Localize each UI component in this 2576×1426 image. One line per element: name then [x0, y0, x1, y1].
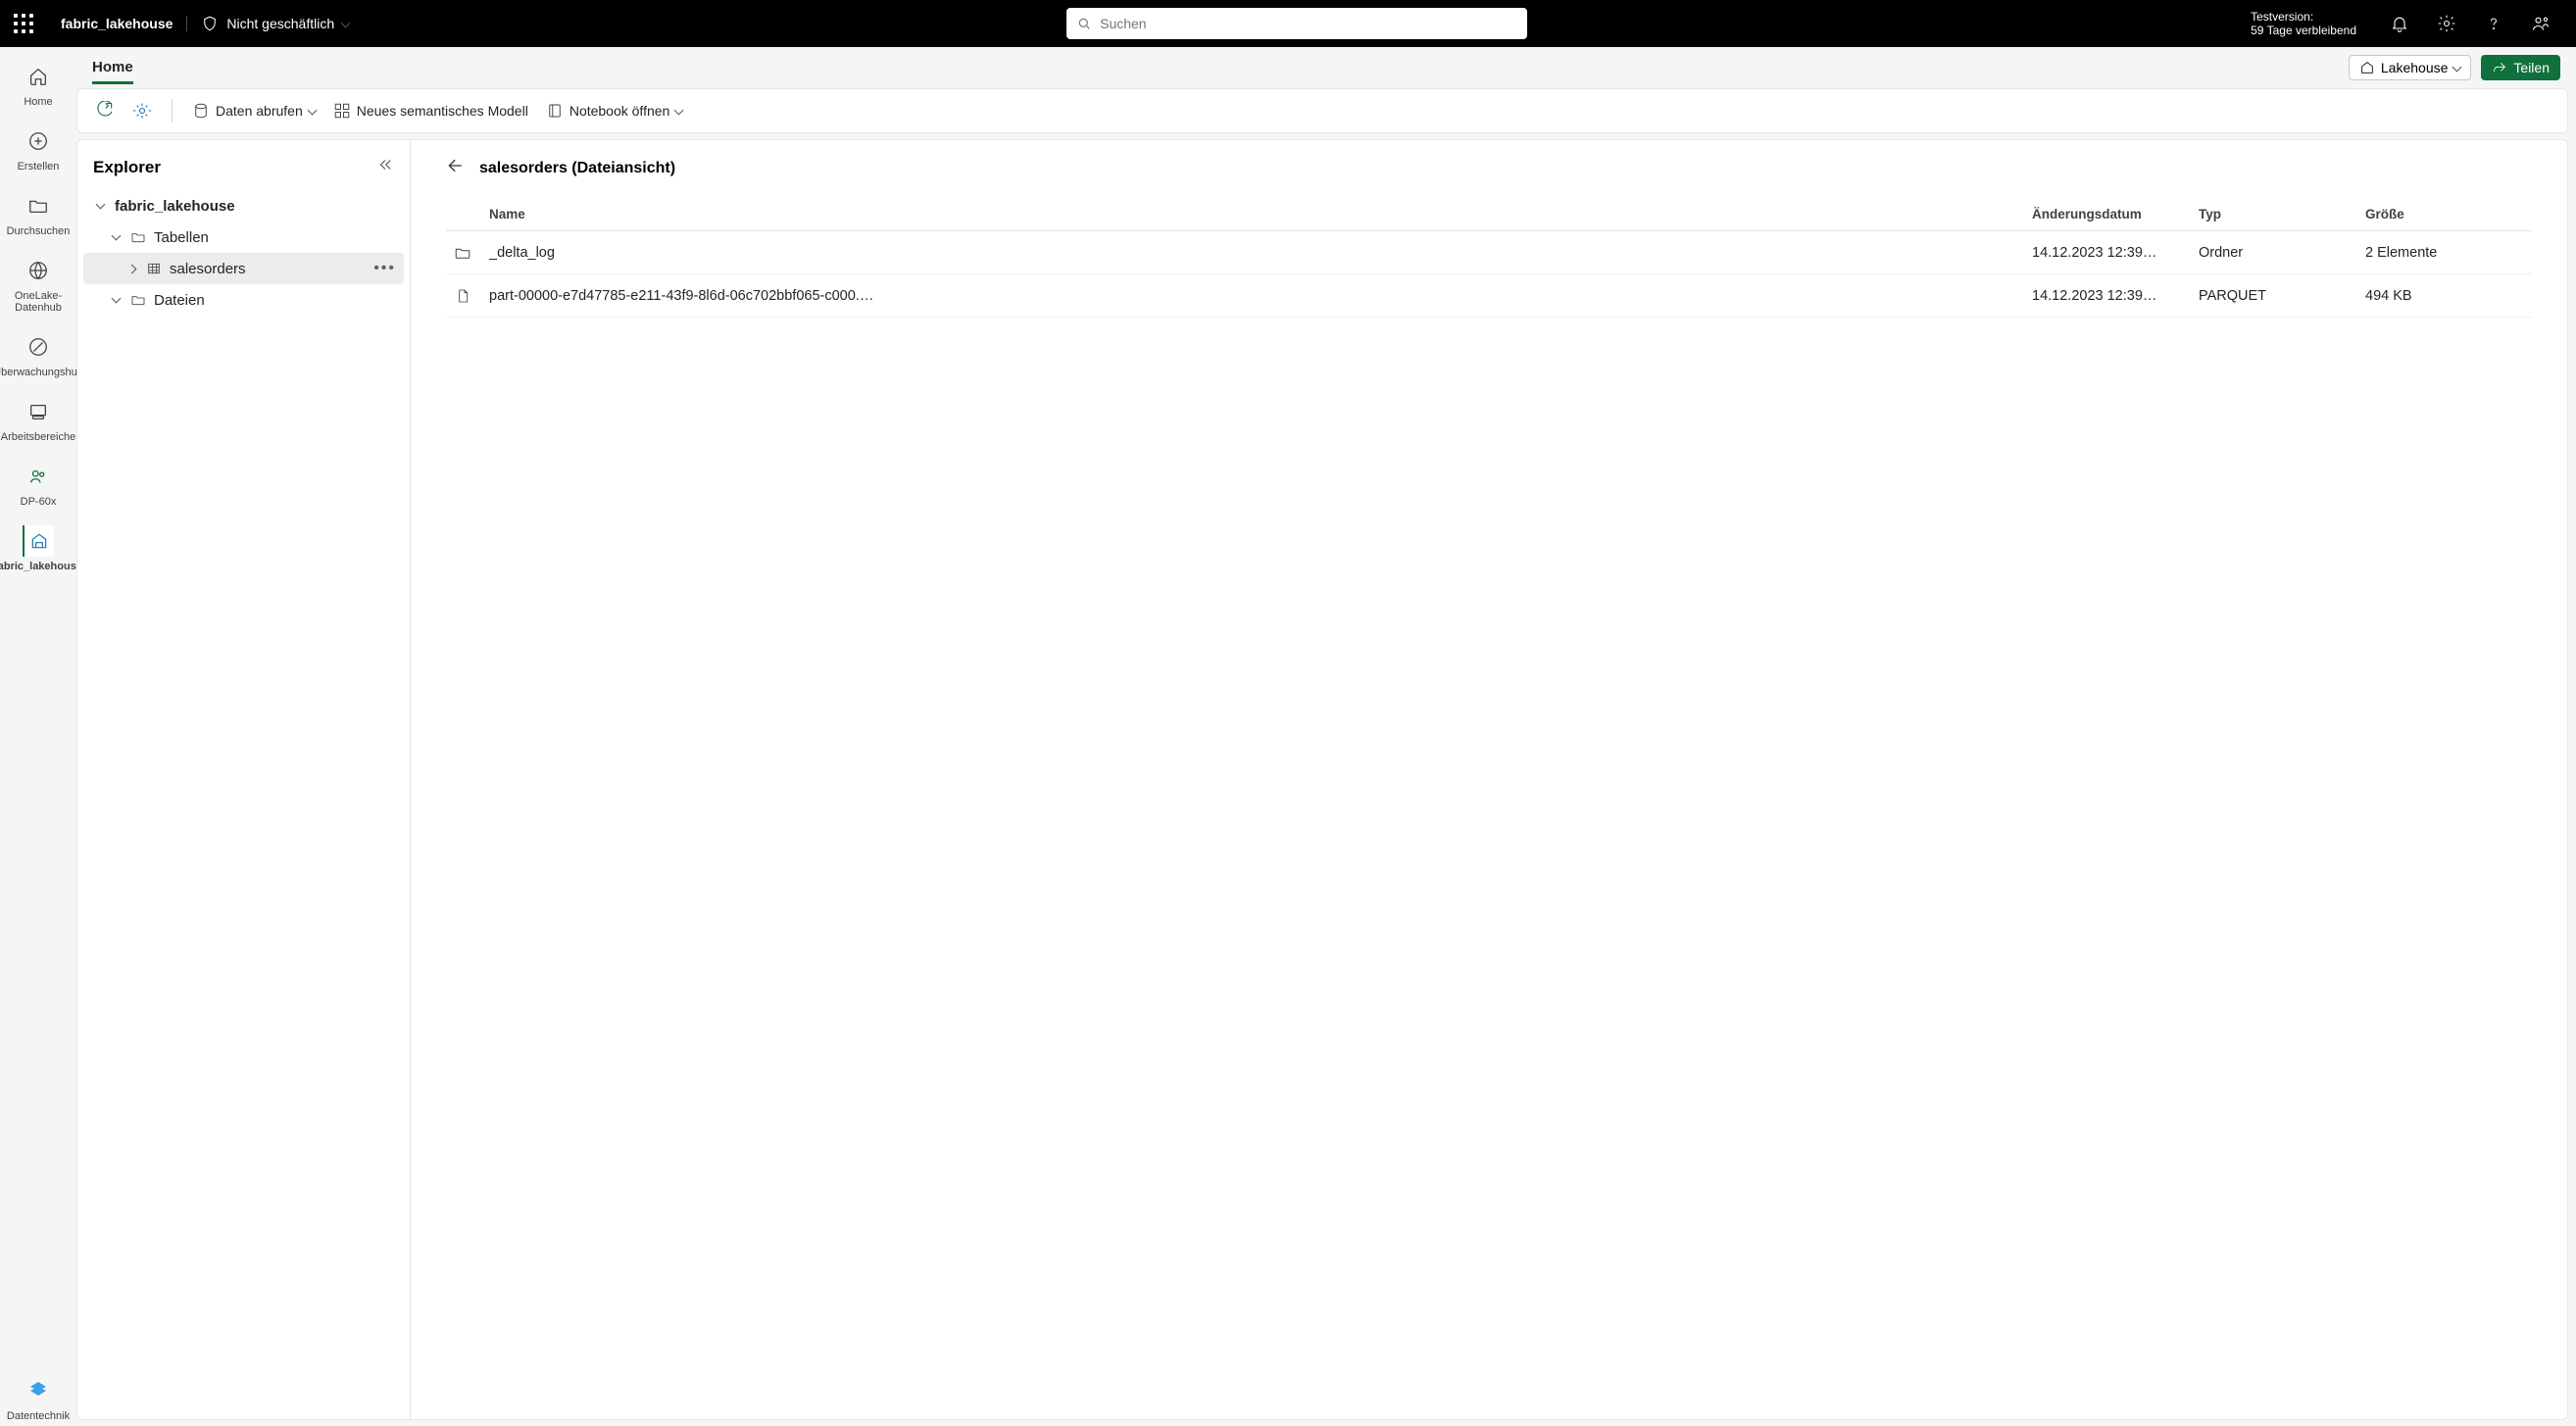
table-icon — [146, 261, 162, 276]
chevron-down-icon — [93, 199, 107, 213]
search-input[interactable] — [1100, 16, 1517, 31]
notifications-button[interactable] — [2376, 0, 2423, 47]
refresh-button[interactable] — [89, 97, 121, 124]
workspace-name[interactable]: fabric_lakehouse — [47, 16, 187, 31]
file-view-title: salesorders (Dateiansicht) — [479, 160, 675, 177]
tree-root-lakehouse[interactable]: fabric_lakehouse — [83, 190, 404, 221]
chevron-down-icon — [2453, 60, 2460, 75]
sensitivity-label: Nicht geschäftlich — [226, 16, 334, 31]
col-type[interactable]: Typ — [2199, 207, 2365, 221]
model-icon — [333, 102, 351, 120]
share-button[interactable]: Teilen — [2481, 55, 2560, 80]
file-row[interactable]: _delta_log 14.12.2023 12:39… Ordner 2 El… — [446, 231, 2532, 274]
file-icon — [446, 287, 489, 305]
file-row[interactable]: part-00000-e7d47785-e211-43f9-8l6d-06c70… — [446, 274, 2532, 318]
account-button[interactable] — [2517, 0, 2564, 47]
chevron-down-icon — [675, 103, 682, 119]
monitor-icon — [27, 336, 49, 358]
new-semantic-model-button[interactable]: Neues semantisches Modell — [327, 98, 534, 123]
folder-icon — [130, 292, 146, 308]
notebook-icon — [546, 102, 564, 120]
nav-current-lakehouse[interactable]: fabric_lakehouse — [4, 521, 73, 576]
tab-home[interactable]: Home — [92, 59, 133, 84]
folder-icon — [446, 244, 489, 262]
view-mode-selector[interactable]: Lakehouse — [2349, 55, 2472, 80]
plus-circle-icon — [27, 130, 49, 152]
lakehouse-small-icon — [2359, 60, 2375, 75]
nav-workspaces[interactable]: Arbeitsbereiche — [4, 392, 73, 447]
cell-type: PARQUET — [2199, 288, 2365, 304]
cell-modified: 14.12.2023 12:39… — [2032, 288, 2199, 304]
cell-name: _delta_log — [489, 245, 2032, 261]
fabric-icon — [26, 1379, 50, 1402]
chevron-down-icon — [309, 103, 316, 119]
nav-dp60x[interactable]: DP-60x — [4, 457, 73, 512]
share-icon — [2492, 60, 2507, 75]
shield-icon — [201, 15, 219, 32]
folder-open-icon — [27, 195, 49, 217]
more-options-button[interactable]: ••• — [373, 260, 396, 277]
datahub-icon — [27, 260, 49, 281]
col-size[interactable]: Größe — [2365, 207, 2532, 221]
bell-icon — [2390, 14, 2409, 33]
col-name[interactable]: Name — [489, 207, 2032, 221]
chevron-right-icon — [124, 262, 138, 275]
cell-modified: 14.12.2023 12:39… — [2032, 245, 2199, 261]
app-launcher-button[interactable] — [0, 0, 47, 47]
tree-table-salesorders[interactable]: salesorders ••• — [83, 253, 404, 284]
get-data-button[interactable]: Daten abrufen — [186, 98, 322, 123]
cell-size: 2 Elemente — [2365, 245, 2532, 261]
tree-tables[interactable]: Tabellen — [83, 221, 404, 253]
left-nav-rail: Home Erstellen Durchsuchen OneLake-Daten… — [0, 47, 76, 1426]
sensitivity-selector[interactable]: Nicht geschäftlich — [187, 15, 363, 32]
nav-create[interactable]: Erstellen — [4, 122, 73, 176]
search-box[interactable] — [1066, 8, 1527, 39]
cell-type: Ordner — [2199, 245, 2365, 261]
gear-icon — [2437, 14, 2456, 33]
file-grid: Name Änderungsdatum Typ Größe _delta_log… — [446, 198, 2532, 318]
search-icon — [1076, 16, 1092, 31]
lakehouse-settings-button[interactable] — [126, 97, 158, 124]
chevron-down-icon — [109, 293, 123, 307]
people-icon — [27, 466, 49, 487]
ribbon-tab-row: Home Lakehouse Teilen — [76, 47, 2576, 84]
nav-persona-switcher[interactable]: Datentechnik — [4, 1371, 73, 1426]
home-icon — [27, 66, 49, 87]
collapse-explorer-button[interactable] — [376, 156, 394, 178]
workspaces-icon — [27, 401, 49, 422]
tree-files[interactable]: Dateien — [83, 284, 404, 316]
help-button[interactable] — [2470, 0, 2517, 47]
back-button[interactable] — [446, 156, 466, 180]
cell-name: part-00000-e7d47785-e211-43f9-8l6d-06c70… — [489, 288, 2032, 304]
nav-onelake-datahub[interactable]: OneLake-Datenhub — [4, 251, 73, 318]
chevron-double-left-icon — [376, 156, 394, 173]
waffle-icon — [14, 14, 33, 33]
person-icon — [2531, 14, 2551, 33]
nav-home[interactable]: Home — [4, 57, 73, 112]
settings-button[interactable] — [2423, 0, 2470, 47]
open-notebook-button[interactable]: Notebook öffnen — [540, 98, 689, 123]
arrow-left-icon — [446, 156, 466, 175]
folder-icon — [130, 229, 146, 245]
explorer-title: Explorer — [93, 158, 161, 177]
help-icon — [2484, 14, 2503, 33]
lakehouse-icon — [29, 531, 49, 551]
cell-size: 494 KB — [2365, 288, 2532, 304]
refresh-icon — [95, 101, 115, 121]
trial-status: Testversion: 59 Tage verbleibend — [2231, 10, 2376, 37]
chevron-down-icon — [342, 16, 349, 31]
file-view: salesorders (Dateiansicht) Name Änderung… — [411, 140, 2567, 1419]
nav-browse[interactable]: Durchsuchen — [4, 186, 73, 241]
col-modified[interactable]: Änderungsdatum — [2032, 207, 2199, 221]
nav-monitoring-hub[interactable]: Überwachungshub — [4, 327, 73, 382]
ribbon-toolbar: Daten abrufen Neues semantisches Modell … — [76, 88, 2568, 133]
data-icon — [192, 102, 210, 120]
chevron-down-icon — [109, 230, 123, 244]
gear-icon — [132, 101, 152, 121]
explorer-pane: Explorer fabric_lakehouse Tabellen — [77, 140, 411, 1419]
app-topbar: fabric_lakehouse Nicht geschäftlich Test… — [0, 0, 2576, 47]
